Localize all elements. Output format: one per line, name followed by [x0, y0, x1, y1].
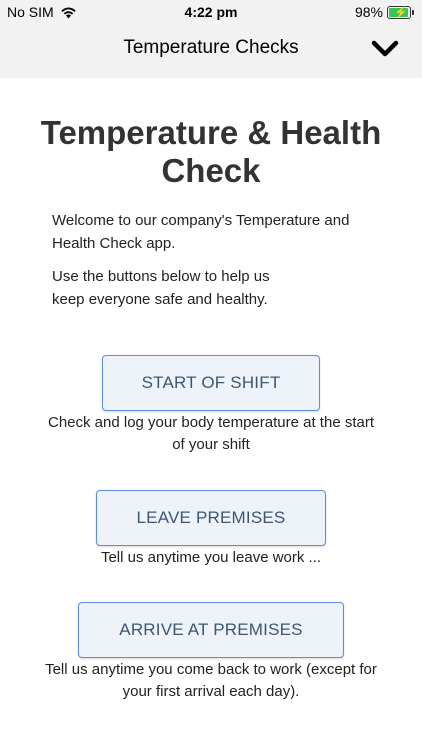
battery-cap [412, 9, 414, 15]
welcome-text: Welcome to our company's Temperature and… [52, 212, 350, 252]
chevron-down-icon[interactable] [370, 38, 400, 60]
battery-status: 98% ⚡ [355, 4, 414, 20]
nav-title: Temperature Checks [123, 37, 299, 58]
instructions-text: Use the buttons below to help us keep ev… [52, 268, 270, 308]
charging-bolt-icon: ⚡ [394, 6, 408, 19]
leave-premises-button[interactable]: LEAVE PREMISES [96, 490, 326, 546]
page-title: Temperature & Health Check [40, 114, 382, 189]
battery-icon: ⚡ [387, 5, 411, 19]
start-of-shift-description: Check and log your body temperature at t… [47, 414, 374, 453]
navigation-bar: Temperature Checks [0, 26, 422, 78]
leave-premises-description: Tell us anytime you leave work ... [100, 549, 322, 566]
start-of-shift-button[interactable]: START OF SHIFT [102, 355, 320, 411]
status-bar: No SIM 4:22 pm 98% ⚡ [0, 0, 422, 26]
battery-percentage: 98% [354, 4, 383, 20]
arrive-at-premises-description: Tell us anytime you come back to work (e… [45, 661, 377, 700]
arrive-at-premises-button[interactable]: ARRIVE AT PREMISES [78, 602, 344, 658]
